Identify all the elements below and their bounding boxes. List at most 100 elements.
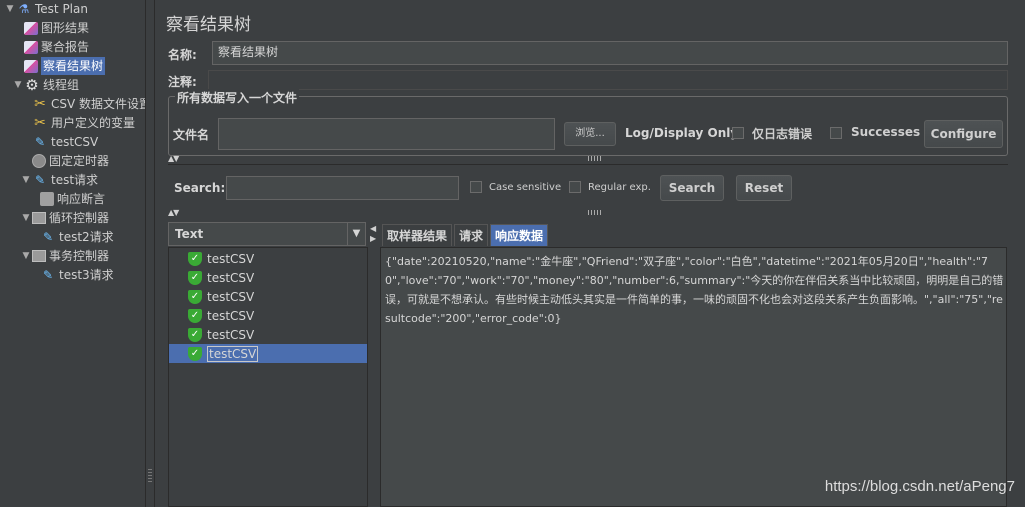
split-grip[interactable] (148, 468, 152, 482)
tree-node[interactable]: ✎ testCSV (20, 133, 98, 151)
dropdown-arrow-icon[interactable]: ▼ (347, 223, 365, 245)
result-item[interactable]: ✓ testCSV (169, 287, 367, 306)
name-field[interactable]: 察看结果树 (212, 41, 1008, 65)
errors-only-label: 仅日志错误 (752, 127, 813, 141)
search-button[interactable]: Search (660, 175, 724, 201)
tools-icon: ✂ (34, 115, 46, 131)
regex-checkbox[interactable] (569, 181, 581, 193)
response-data-panel[interactable]: {"date":20210520,"name":"金牛座","QFriend":… (380, 247, 1007, 507)
success-shield-icon: ✓ (188, 308, 202, 323)
tree-node[interactable]: 聚合报告 (12, 38, 89, 56)
chart-icon (24, 21, 38, 35)
tab-0[interactable]: 取样器结果 (382, 224, 453, 246)
result-tabs: 取样器结果 请求 响应数据 (382, 224, 550, 246)
tree-node[interactable]: 图形结果 (12, 19, 89, 37)
success-shield-icon: ✓ (188, 327, 202, 342)
case-sensitive-label: Case sensitive (489, 182, 562, 193)
split-handle-top[interactable]: ▲▼ (168, 154, 1008, 163)
tree-node[interactable]: ✎ test2请求 (28, 228, 114, 246)
tree-node-label: test2请求 (59, 230, 114, 244)
result-item[interactable]: ✓ testCSV (169, 249, 367, 268)
result-item-label: testCSV (207, 251, 255, 266)
result-item-label: testCSV (207, 270, 255, 285)
result-item-label: testCSV (207, 345, 259, 362)
tree-node-label: 固定定时器 (49, 154, 110, 168)
pen-icon: ✎ (42, 268, 54, 282)
group-title: 所有数据写入一个文件 (175, 89, 300, 106)
results-list[interactable]: ✓ testCSV ✓ testCSV ✓ testCSV ✓ testCSV ✓ testCSV… (168, 247, 368, 507)
expand-right-icon[interactable]: ▶ (370, 234, 376, 243)
result-item[interactable]: ✓ testCSV (169, 268, 367, 287)
result-item[interactable]: ✓ testCSV (169, 325, 367, 344)
result-item-label: testCSV (207, 308, 255, 323)
tree-node[interactable]: ✎ test3请求 (28, 266, 114, 284)
configure-button[interactable]: Configure (924, 120, 1003, 148)
tree-node-label: CSV 数据文件设置 (51, 97, 145, 111)
separator-line (168, 164, 1008, 165)
log-display-label: Log/Display Only: (625, 126, 743, 140)
result-item-label: testCSV (207, 327, 255, 342)
result-item[interactable]: ✓ testCSV (169, 344, 367, 363)
tree-node[interactable]: ▼ 事务控制器 (20, 247, 109, 265)
test-plan-tree: ▼ ⚗ Test Plan 图形结果 聚合报告 察看结果树 ▼ ⚙ 线程组 ✂ CSV 数据文件设置… (0, 0, 145, 507)
tree-node[interactable]: 固定定时器 (20, 152, 109, 170)
result-item-label: testCSV (207, 289, 255, 304)
filename-label: 文件名 (173, 128, 210, 142)
tree-node-label: 用户定义的变量 (51, 116, 136, 130)
errors-only-checkbox[interactable] (732, 127, 744, 139)
pen-icon: ✎ (42, 230, 54, 244)
search-input[interactable] (226, 176, 459, 200)
vertical-split-handle[interactable]: ◀ ▶ (368, 222, 378, 507)
tree-node-label: 图形结果 (41, 21, 90, 35)
tree-node-label: Test Plan (35, 2, 88, 16)
flask-icon: ⚗ (18, 2, 30, 16)
chart-icon (24, 59, 38, 73)
tree-node[interactable]: ▼ ⚙ 线程组 (12, 76, 79, 94)
tree-node[interactable]: ▼ 循环控制器 (20, 209, 109, 227)
response-data-text: {"date":20210520,"name":"金牛座","QFriend":… (385, 255, 1004, 325)
tree-toggle-icon[interactable]: ▼ (12, 76, 24, 94)
gear-icon: ⚙ (25, 76, 39, 94)
box-icon (32, 212, 46, 224)
tree-node[interactable]: 察看结果树 (12, 57, 106, 75)
success-shield-icon: ✓ (188, 270, 202, 285)
regex-label: Regular exp. (588, 182, 651, 193)
reset-button[interactable]: Reset (736, 175, 792, 201)
tree-node-label: testCSV (51, 135, 99, 149)
view-results-tree-panel: 察看结果树 名称: 察看结果树 注释: 所有数据写入一个文件 文件名 浏览...… (156, 0, 1025, 507)
comment-field[interactable] (208, 70, 1008, 90)
split-handle-middle[interactable]: ▲▼ (168, 208, 1008, 217)
tab-2[interactable]: 响应数据 (490, 224, 549, 246)
success-shield-icon: ✓ (188, 346, 202, 361)
expand-left-icon[interactable]: ◀ (370, 224, 376, 233)
chart-icon (24, 40, 38, 54)
tree-toggle-icon[interactable]: ▼ (20, 247, 32, 265)
tree-node-label: test请求 (51, 173, 99, 187)
filename-input[interactable] (218, 118, 555, 150)
tree-node[interactable]: 响应断言 (28, 190, 105, 208)
tree-node[interactable]: ▼ ⚗ Test Plan (4, 0, 88, 18)
tree-node[interactable]: ✂ 用户定义的变量 (20, 114, 135, 132)
tree-node[interactable]: ✂ CSV 数据文件设置 (20, 95, 145, 113)
tree-node[interactable]: ▼ ✎ test请求 (20, 171, 99, 189)
case-sensitive-checkbox[interactable] (470, 181, 482, 193)
renderer-selected: Text (175, 227, 204, 241)
successes-checkbox[interactable] (830, 127, 842, 139)
tree-node-label: 事务控制器 (49, 249, 110, 263)
tree-toggle-icon[interactable]: ▼ (20, 171, 32, 189)
pen-icon: ✎ (34, 135, 46, 149)
result-item[interactable]: ✓ testCSV (169, 306, 367, 325)
tree-toggle-icon[interactable]: ▼ (4, 0, 16, 18)
clock-icon (32, 154, 46, 168)
assert-icon (40, 192, 54, 206)
panel-title: 察看结果树 (166, 15, 251, 35)
renderer-select[interactable]: Text ▼ (168, 222, 366, 246)
browse-button[interactable]: 浏览... (564, 122, 616, 146)
tab-1[interactable]: 请求 (454, 224, 489, 246)
tree-node-label: 响应断言 (57, 192, 106, 206)
tree-node-label: 循环控制器 (49, 211, 110, 225)
tree-node-label: test3请求 (59, 268, 114, 282)
tree-node-label: 线程组 (43, 78, 80, 92)
tree-toggle-icon[interactable]: ▼ (20, 209, 32, 227)
split-divider[interactable] (145, 0, 155, 507)
